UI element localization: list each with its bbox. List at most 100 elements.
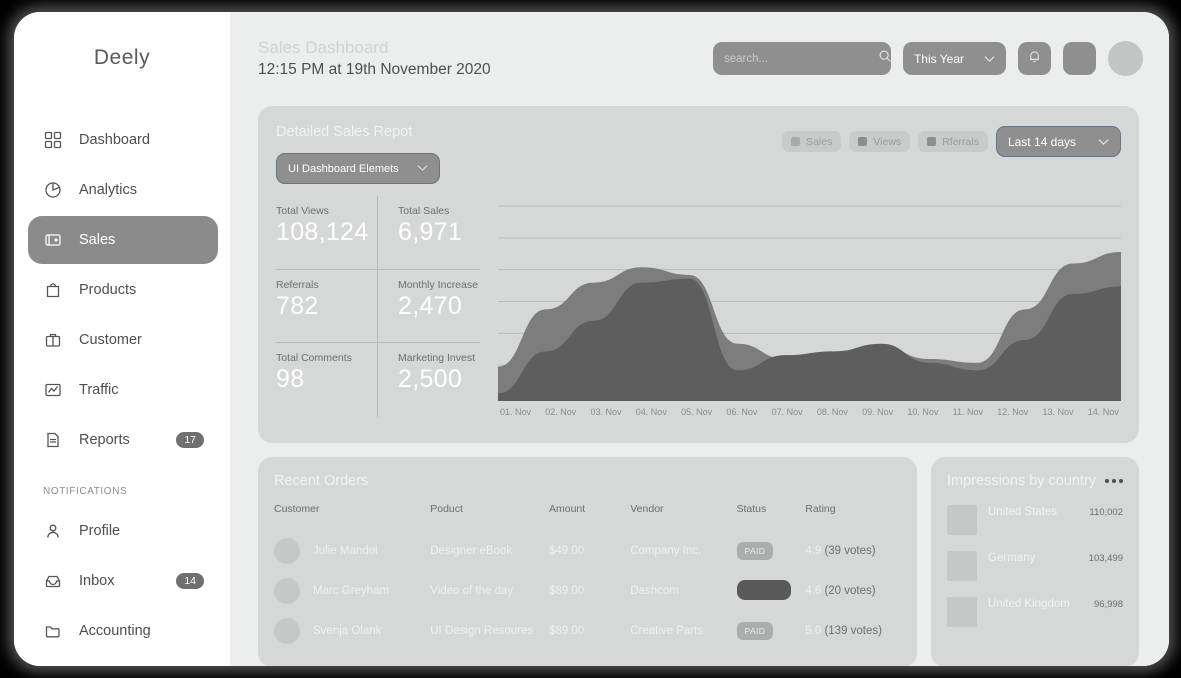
stat-referrals: Referrals 782 [276,269,378,344]
legend-label: Views [873,135,902,148]
x-axis-tick: 01. Nov [500,407,532,417]
sidebar-item-reports[interactable]: Reports 17 [28,416,218,464]
cell-rating: 4.9 (39 votes) [805,531,899,571]
stat-value: 6,971 [398,218,463,246]
table-row[interactable]: Marc Greyham Video of the day $89.00 Dashco… [274,571,899,611]
legend-chip-views[interactable]: Views [849,131,911,152]
date-range-select[interactable]: Last 14 days [995,126,1121,157]
sidebar-item-dashboard[interactable]: Dashboard [28,116,218,164]
sidebar: Deely Dashboard Analytics Sales Products… [14,12,230,666]
sidebar-item-inbox[interactable]: Inbox 14 [28,557,218,605]
status-badge [736,579,791,600]
x-axis-tick: 08. Nov [816,407,848,417]
list-item: United States 110,002 [947,505,1123,535]
stat-label: Total Sales [398,205,450,217]
country-name: United States [988,506,1058,518]
area-chart [498,196,1121,401]
country-name: United Kingdom [988,598,1070,610]
topbar-controls: This Year [712,38,1149,76]
table-row[interactable]: Svenja Olank UI Design Resoures $89.00 Crea… [274,611,899,651]
table-header-row: Customer Poduct Amount Vendor Status Rat… [274,503,899,531]
orders-table: Customer Poduct Amount Vendor Status Rat… [274,503,899,651]
more-options-icon[interactable] [1105,479,1123,483]
card-title: Detailed Sales Repot [276,124,413,140]
stat-value: 2,470 [398,291,463,320]
stat-label: Total Views [276,205,329,217]
search-icon [878,49,892,68]
sidebar-item-label: Profile [79,523,121,539]
detailed-sales-report-card: Detailed Sales Repot UI Dashboard Elemet… [258,106,1139,443]
sidebar-item-analytics[interactable]: Analytics [28,166,218,214]
cell-product: Video of the day [430,585,514,597]
chart-plot-area: 01. Nov 02. Nov 03. Nov 04. Nov 05. Nov 06. N… [486,196,1121,417]
stat-label: Monthly Increase [398,278,478,291]
table-row[interactable]: Julie Mandol Designer eBook $49.00 Company … [274,531,899,571]
elements-select[interactable]: UI Dashboard Elemets [276,153,440,184]
period-select[interactable]: This Year [902,42,1006,75]
chart-tools: Sales Views Rferrals Last 14 days [782,124,1121,157]
sidebar-item-sales[interactable]: Sales [28,216,218,264]
column-header-product: Poduct [430,503,463,515]
x-axis-tick: 13. Nov [1042,407,1074,417]
sidebar-item-label: Products [79,282,137,298]
search-field[interactable] [723,52,878,65]
country-value: 110,002 [1089,507,1123,518]
status-badge: PAID [736,622,774,640]
stat-monthly-increase: Monthly Increase 2,470 [378,270,480,344]
cell-rating: 5.0 (139 votes) [805,611,899,651]
legend-chip-referrals[interactable]: Rferrals [918,131,988,152]
x-axis-tick: 06. Nov [726,407,758,417]
country-value: 103,499 [1088,553,1123,564]
sidebar-item-profile[interactable]: Profile [28,507,218,555]
brand-logo: Deely [93,46,151,69]
area-chart-svg [498,205,1121,401]
legend-chip-sales[interactable]: Sales [782,131,842,152]
x-axis-tick: 02. Nov [545,407,577,417]
stat-value: 108,124 [276,218,369,246]
sidebar-item-products[interactable]: Products [28,266,218,314]
inbox-icon [43,571,63,591]
briefcase-icon [43,330,63,350]
page-subtitle: 12:15 PM at 19th November 2020 [258,61,491,78]
chart-x-axis: 01. Nov 02. Nov 03. Nov 04. Nov 05. Nov 06. N… [498,401,1121,417]
country-value: 96,998 [1093,599,1123,610]
sidebar-item-label: Analytics [79,182,138,198]
bell-icon [1027,49,1042,69]
impressions-by-country-card: Impressions by country United States 110,… [931,457,1139,666]
search-input[interactable] [712,42,892,75]
sidebar-item-label: Dashboard [79,132,150,148]
user-icon [43,521,63,541]
avatar [274,578,300,604]
sidebar-item-label: Traffic [79,382,119,398]
sidebar-item-label: Reports [79,432,130,448]
topbar: Sales Dashboard 12:15 PM at 19th Novembe… [246,38,1149,100]
customer-name: Julie Mandol [313,545,378,557]
column-header-amount: Amount [549,503,586,515]
x-axis-tick: 10. Nov [907,407,939,417]
legend-swatch [858,137,868,146]
flag-icon [947,551,977,581]
legend-swatch [927,137,937,146]
folder-icon [43,621,63,641]
customer-name: Svenja Olank [313,625,382,637]
legend-swatch [791,137,801,146]
avatar[interactable] [1108,41,1143,76]
stat-total-sales: Total Sales 6,971 [378,196,480,270]
stat-value: 2,500 [398,365,463,394]
page-title: Sales Dashboard [258,38,389,57]
cell-product: UI Design Resoures [430,625,534,637]
main-content: Sales Dashboard 12:15 PM at 19th Novembe… [230,12,1169,666]
column-header-rating: Rating [805,503,836,515]
x-axis-tick: 14. Nov [1087,407,1119,417]
x-axis-tick: 12. Nov [997,407,1029,417]
sidebar-item-accounting[interactable]: Accounting [28,607,218,655]
rating-votes: (39 votes) [824,545,876,557]
column-header-vendor: Vendor [630,503,664,515]
cell-amount: $89.00 [549,585,585,597]
notifications-button[interactable] [1018,42,1051,75]
cell-customer: Marc Greyham [274,571,430,611]
apps-button[interactable] [1063,42,1096,75]
sidebar-item-traffic[interactable]: Traffic [28,366,218,414]
sidebar-item-customer[interactable]: Customer [28,316,218,364]
stat-value: 98 [276,365,305,394]
